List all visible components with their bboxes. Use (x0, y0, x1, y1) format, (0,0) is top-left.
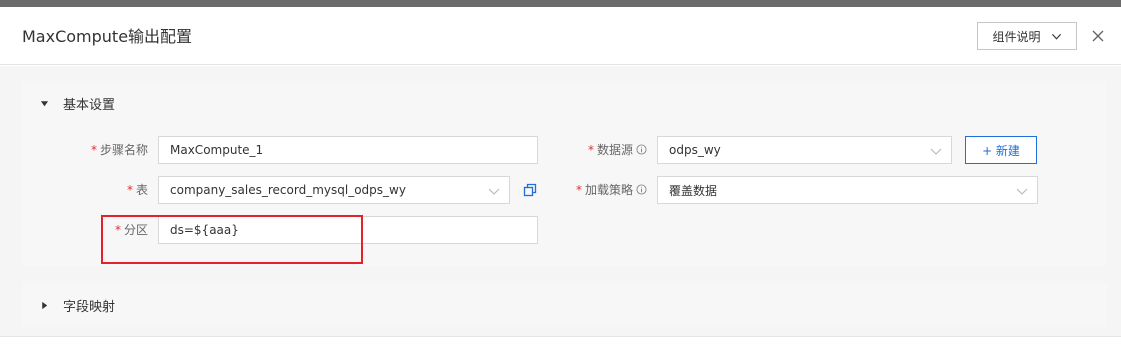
info-icon[interactable] (636, 184, 647, 195)
component-help-label: 组件说明 (992, 29, 1041, 44)
partition-label: * 分区 (114, 223, 148, 237)
load-strategy-select[interactable]: 覆盖数据 (657, 176, 1038, 204)
datasource-select[interactable]: odps_wy (657, 136, 952, 164)
caret-right-icon (42, 301, 48, 309)
dialog-header: MaxCompute输出配置 组件说明 (0, 7, 1121, 65)
step-name-value: MaxCompute_1 (170, 143, 264, 157)
info-icon[interactable] (636, 144, 647, 155)
field-mapping-section: 字段映射 (22, 283, 1107, 327)
close-button[interactable] (1088, 26, 1108, 46)
chevron-down-icon (930, 148, 942, 155)
step-name-label: * 步骤名称 (90, 143, 148, 157)
step-name-input[interactable]: MaxCompute_1 (158, 136, 538, 164)
dialog-title: MaxCompute输出配置 (22, 27, 193, 46)
dialog-body: 基本设置 * 步骤名称 MaxCompute_1 * 表 company_sales… (0, 66, 1121, 336)
load-strategy-label: * 加载策略 (576, 182, 647, 198)
table-label: * 表 (126, 183, 148, 197)
close-icon (1092, 30, 1104, 42)
table-select[interactable]: company_sales_record_mysql_odps_wy (158, 176, 510, 204)
new-datasource-button[interactable]: + 新建 (965, 136, 1037, 164)
caret-down-icon (40, 100, 49, 106)
field-mapping-title: 字段映射 (63, 299, 116, 315)
open-table-icon[interactable] (523, 183, 537, 197)
basic-settings-title: 基本设置 (63, 97, 116, 113)
component-help-button[interactable]: 组件说明 (977, 22, 1077, 50)
table-value: company_sales_record_mysql_odps_wy (170, 183, 406, 197)
chevron-down-icon (1016, 188, 1028, 195)
datasource-value: odps_wy (669, 143, 721, 157)
load-strategy-value: 覆盖数据 (669, 183, 718, 198)
chevron-down-icon (1051, 33, 1061, 40)
datasource-label: * 数据源 (588, 142, 647, 158)
partition-value: ds=${aaa} (170, 223, 239, 237)
chevron-down-icon (488, 188, 500, 195)
maxcompute-output-dialog: MaxCompute输出配置 组件说明 基本设置 * 步骤名称 MaxComput… (0, 7, 1121, 355)
basic-settings-section: 基本设置 * 步骤名称 MaxCompute_1 * 表 company_sales… (22, 81, 1107, 266)
top-backdrop-bar (0, 0, 1121, 7)
field-mapping-header[interactable]: 字段映射 (22, 283, 1107, 327)
dialog-footer (0, 336, 1121, 355)
partition-input[interactable]: ds=${aaa} (158, 216, 538, 244)
basic-settings-header[interactable]: 基本设置 (22, 81, 1107, 125)
